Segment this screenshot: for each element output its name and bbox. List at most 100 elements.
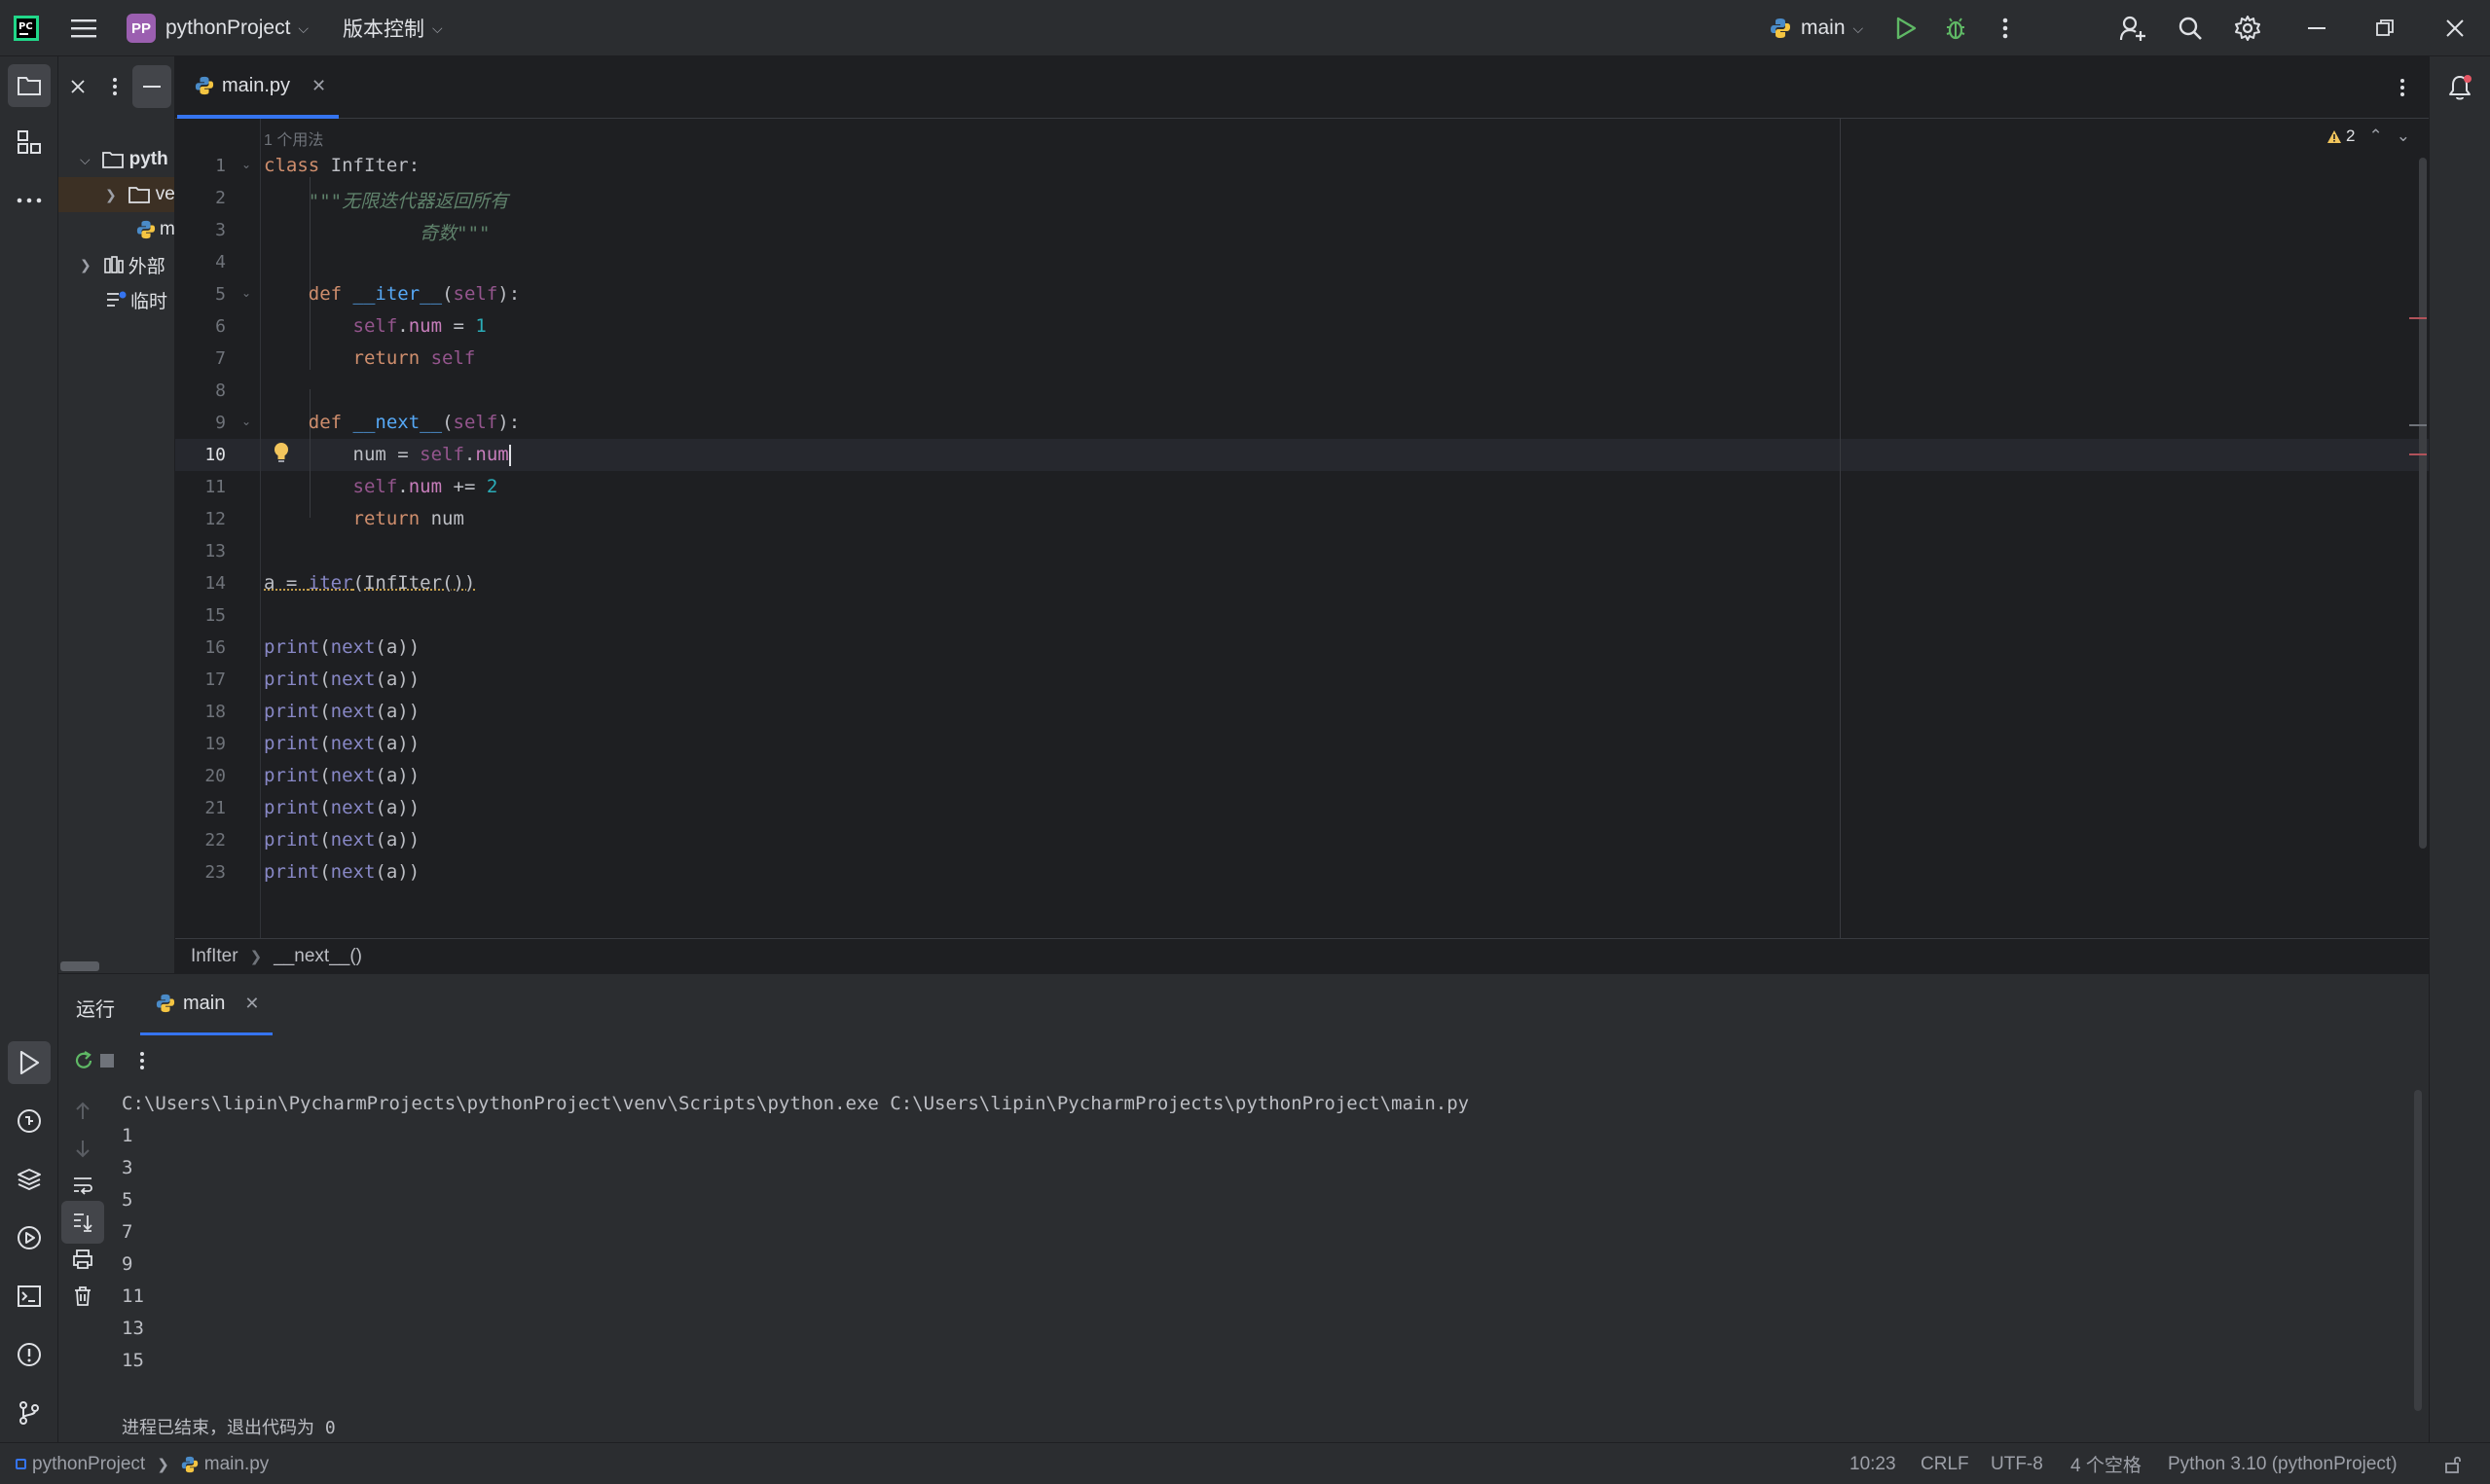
- line-number: 11: [204, 477, 226, 497]
- more-tools-icon[interactable]: [8, 179, 51, 222]
- line-number: 17: [204, 670, 226, 690]
- notifications-bell-icon[interactable]: [2438, 66, 2481, 109]
- vcs-menu[interactable]: 版本控制 ⌵: [343, 0, 443, 56]
- code-line: def __next__(self):: [308, 412, 521, 433]
- tab-run-main[interactable]: main ✕: [140, 974, 273, 1036]
- clear-all-trash-icon[interactable]: [61, 1275, 104, 1318]
- breadcrumb-item-method[interactable]: __next__(): [274, 946, 362, 967]
- run-toolbar: [58, 1035, 2429, 1086]
- code-line: print(next(a)): [264, 797, 421, 818]
- project-tool-folder-icon[interactable]: [8, 64, 51, 107]
- status-indent[interactable]: 4 个空格: [2070, 1443, 2142, 1484]
- line-number: 10: [204, 445, 226, 465]
- text-cursor: [508, 444, 511, 466]
- problems-icon[interactable]: [8, 1333, 51, 1376]
- more-actions-icon[interactable]: [1984, 7, 2027, 50]
- line-number: 16: [204, 637, 226, 658]
- python-console-icon[interactable]: [8, 1100, 51, 1142]
- line-number: 15: [204, 605, 226, 626]
- status-file[interactable]: main.py: [204, 1454, 270, 1475]
- line-number: 5: [215, 284, 226, 305]
- svg-text:PC: PC: [18, 21, 33, 32]
- run-config-selector[interactable]: main ⌵: [1770, 0, 1863, 56]
- search-icon[interactable]: [2169, 7, 2212, 50]
- console-scrollbar[interactable]: [2414, 1090, 2422, 1411]
- lock-icon[interactable]: [2443, 1443, 2463, 1484]
- previous-problem-icon[interactable]: ⌃: [2368, 127, 2382, 146]
- fold-toggle-icon[interactable]: ⌄: [241, 158, 251, 171]
- tree-item-external-libraries[interactable]: ❯ 外部: [58, 247, 174, 282]
- status-encoding[interactable]: UTF-8: [1991, 1443, 2043, 1484]
- error-stripe-marker[interactable]: [2409, 424, 2427, 426]
- chevron-right-icon: ❯: [105, 186, 117, 202]
- main-menu-icon[interactable]: [62, 7, 105, 50]
- tree-item-project-root[interactable]: ⌵ pyth: [58, 142, 174, 177]
- console-output-line: 7: [122, 1221, 133, 1243]
- settings-gear-icon[interactable]: [2226, 7, 2269, 50]
- status-interpreter[interactable]: Python 3.10 (pythonProject): [2168, 1443, 2398, 1484]
- close-tab-icon[interactable]: ✕: [311, 76, 326, 96]
- run-config-label: main: [1801, 17, 1846, 39]
- fold-toggle-icon[interactable]: ⌄: [241, 286, 251, 300]
- tree-item-venv[interactable]: ❯ ve: [58, 177, 174, 212]
- console-command-line: C:\Users\lipin\PycharmProjects\pythonPro…: [122, 1093, 1470, 1114]
- error-stripe-marker[interactable]: [2409, 317, 2427, 319]
- editor-tab-bar: main.py ✕: [175, 56, 2429, 119]
- run-icon[interactable]: [1885, 7, 1927, 50]
- problems-widget[interactable]: 2 ⌃ ⌄: [2326, 127, 2410, 146]
- scratches-icon: [107, 291, 127, 307]
- tree-item-scratches[interactable]: 临时: [58, 282, 174, 317]
- hide-panel-icon[interactable]: [132, 65, 171, 108]
- add-user-icon[interactable]: [2111, 7, 2154, 50]
- panel-options-icon[interactable]: [93, 65, 136, 108]
- minimize-icon[interactable]: [2295, 7, 2338, 50]
- project-panel-header: [58, 56, 174, 117]
- error-stripe-marker[interactable]: [2409, 453, 2427, 455]
- status-project[interactable]: pythonProject: [32, 1454, 145, 1475]
- run-options-icon[interactable]: [121, 1039, 164, 1082]
- code-editor[interactable]: 1 个用法 2 ⌃ ⌄ 1 2 3 4 5 6 7 8 9 10 11 12 1…: [175, 119, 2429, 938]
- chevron-down-icon: ⌵: [432, 19, 443, 36]
- debug-icon[interactable]: [1934, 7, 1977, 50]
- pycharm-logo: PC: [14, 0, 39, 56]
- console-exit-message: 进程已结束，退出代码为 0: [122, 1418, 336, 1438]
- git-icon[interactable]: [8, 1392, 51, 1434]
- project-name: pythonProject: [165, 17, 291, 39]
- tree-item-main-py[interactable]: m: [58, 212, 174, 247]
- line-number: 12: [204, 509, 226, 529]
- folder-icon: [128, 187, 150, 203]
- close-window-icon[interactable]: [2434, 7, 2476, 50]
- chevron-right-icon: ❯: [80, 256, 92, 272]
- code-line: a = iter(InfIter()): [264, 572, 476, 594]
- tab-main-py[interactable]: main.py ✕: [177, 56, 339, 119]
- run-tool-icon[interactable]: [8, 1041, 51, 1084]
- python-icon: [156, 994, 175, 1013]
- terminal-icon[interactable]: [8, 1275, 51, 1318]
- breadcrumb-item-class[interactable]: InfIter: [191, 946, 238, 967]
- python-packages-icon[interactable]: [8, 1158, 51, 1201]
- python-file-icon: [195, 76, 214, 95]
- horizontal-scrollbar[interactable]: [60, 961, 99, 971]
- project-selector[interactable]: PP pythonProject ⌵: [127, 0, 309, 56]
- line-number: 4: [215, 252, 226, 272]
- editor-options-icon[interactable]: [2381, 66, 2424, 109]
- services-icon[interactable]: [8, 1216, 51, 1259]
- status-line-ending[interactable]: CRLF: [1921, 1443, 1969, 1484]
- run-console[interactable]: C:\Users\lipin\PycharmProjects\pythonPro…: [107, 1086, 2429, 1442]
- vertical-scrollbar[interactable]: [2419, 158, 2427, 849]
- status-breadcrumb: pythonProject ❯ main.py: [16, 1443, 269, 1484]
- status-bar: pythonProject ❯ main.py 10:23 CRLF UTF-8…: [0, 1442, 2490, 1484]
- structure-icon[interactable]: [8, 121, 51, 163]
- next-problem-icon[interactable]: ⌄: [2397, 127, 2410, 146]
- code-line: print(next(a)): [264, 765, 421, 786]
- console-output-line: 13: [122, 1318, 144, 1339]
- status-caret-position[interactable]: 10:23: [1849, 1443, 1896, 1484]
- right-margin-guide: [1840, 119, 1841, 938]
- console-output-line: 1: [122, 1125, 133, 1146]
- close-tab-icon[interactable]: ✕: [244, 994, 259, 1014]
- usages-hint[interactable]: 1 个用法: [264, 127, 323, 150]
- fold-toggle-icon[interactable]: ⌄: [241, 415, 251, 428]
- tree-item-label: 临时: [130, 291, 168, 312]
- folder-icon: [101, 152, 124, 168]
- restore-icon[interactable]: [2363, 7, 2406, 50]
